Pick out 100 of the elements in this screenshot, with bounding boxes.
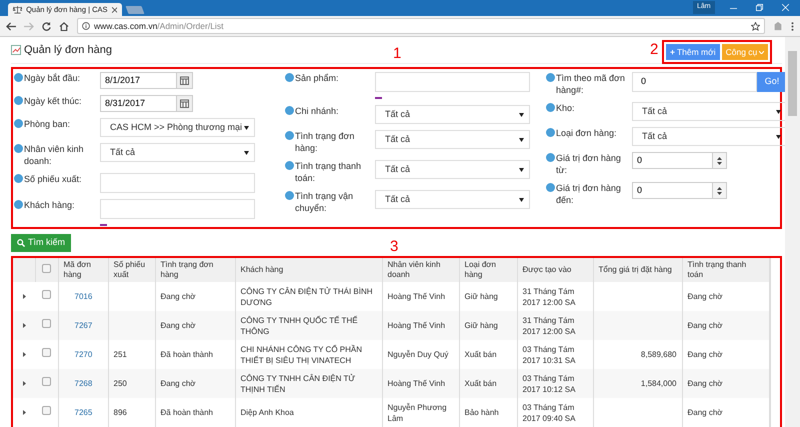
checkbox[interactable]	[42, 377, 51, 386]
select-field[interactable]: Tất cả	[375, 130, 530, 149]
field-label: Giá trị đơn hàng đến:	[556, 182, 622, 206]
checkbox[interactable]	[42, 348, 51, 357]
table-cell-text: Nguyễn Duy Quý	[388, 349, 450, 360]
up-arrow-icon	[717, 156, 722, 160]
column-header[interactable]: Mã đơn hàng	[64, 260, 102, 280]
table-cell-text: Đang chờ	[688, 291, 724, 302]
dash-mark	[375, 97, 382, 99]
input-field[interactable]: 0	[632, 72, 757, 92]
expand-arrow-icon[interactable]	[22, 380, 26, 386]
calendar-icon	[180, 76, 189, 85]
table-cell-text: CÔNG TY CÂN ĐIỆN TỬ THÁI BÌNH DƯƠNG	[240, 286, 374, 308]
field-label: Kho:	[556, 102, 575, 114]
order-link[interactable]: 7265	[74, 408, 92, 417]
minimize-icon[interactable]	[730, 5, 737, 12]
expand-arrow-icon[interactable]	[22, 322, 26, 328]
field-label: Tìm theo mã đơn hàng#:	[556, 72, 626, 96]
table-cell-text: Giữ hàng	[464, 320, 499, 331]
up-arrow-icon	[717, 186, 722, 190]
info-icon	[82, 22, 90, 30]
expand-arrow-icon[interactable]	[22, 352, 26, 357]
table-cell-text: Bảo hành	[464, 407, 500, 418]
address-field[interactable]: www.cas.com.vn/Admin/Order/List	[77, 18, 765, 34]
select-field[interactable]: Tất cả	[375, 190, 530, 209]
table-cell-text: 03 Tháng Tám 2017 10:12 SA	[522, 372, 576, 394]
checkbox[interactable]	[42, 406, 51, 415]
help-icon	[546, 128, 555, 137]
star-icon[interactable]	[751, 22, 760, 30]
scales-icon	[13, 6, 22, 14]
search-icon	[17, 238, 25, 246]
caret-icon	[759, 50, 764, 54]
column-header[interactable]: Tình trạng thanh toán	[688, 260, 764, 280]
home-icon[interactable]	[59, 22, 69, 30]
close-icon[interactable]	[112, 6, 117, 12]
back-arrow-icon[interactable]	[6, 22, 16, 30]
expand-arrow-icon[interactable]	[22, 294, 26, 299]
help-icon	[285, 73, 294, 82]
help-icon	[14, 200, 23, 209]
table-cell-text: 250	[114, 378, 128, 389]
table-cell-text: CHI NHÁNH CÔNG TY CỔ PHẦN THIẾT BỊ SIÊU THỊ VINATECH	[240, 344, 363, 366]
checkbox[interactable]	[42, 264, 51, 272]
column-header[interactable]: Tình trạng đơn hàng	[160, 260, 230, 280]
reload-icon[interactable]	[42, 22, 51, 30]
annotation-number: 2	[650, 42, 658, 57]
dropdown-caret-icon	[244, 126, 249, 130]
select-field[interactable]: Tất cả	[375, 160, 530, 179]
column-header[interactable]: Số phiếu xuất	[114, 260, 150, 280]
order-link[interactable]: 7270	[74, 350, 92, 359]
help-icon	[546, 153, 555, 162]
field-label: Loại đơn hàng:	[556, 127, 616, 139]
calendar-icon	[180, 99, 189, 108]
spinner-control[interactable]	[713, 152, 727, 169]
restore-icon[interactable]	[756, 4, 763, 11]
table-cell-text: 03 Tháng Tám 2017 09:40 SA	[522, 402, 576, 424]
more-menu-icon[interactable]	[791, 22, 794, 30]
number-field[interactable]: 0	[632, 182, 713, 199]
select-field[interactable]: Tất cả	[632, 102, 787, 121]
field-label: Tình trạng đơn hàng:	[295, 130, 356, 154]
expand-arrow-icon[interactable]	[22, 410, 26, 415]
calendar-button[interactable]	[177, 95, 193, 112]
select-field[interactable]: CAS HCM >> Phòng thương mại	[100, 118, 255, 137]
checkbox[interactable]	[42, 290, 51, 299]
table-cell-text: CÔNG TY TNHH QUỐC TẾ THẾ THÔNG	[240, 314, 359, 336]
number-field[interactable]: 0	[632, 152, 713, 169]
field-label: Khách hàng:	[24, 199, 75, 211]
column-header[interactable]: Loại đơn hàng	[464, 260, 512, 280]
table-cell-text: Đang chờ	[688, 407, 724, 418]
table-cell-text: 8,589,680	[640, 349, 676, 360]
dropdown-caret-icon	[519, 168, 524, 172]
checkbox[interactable]	[42, 319, 51, 328]
dash-mark	[100, 224, 107, 226]
order-link[interactable]: 7016	[74, 292, 92, 301]
date-field[interactable]: 8/1/2017	[100, 72, 177, 89]
column-header[interactable]: Được tạo vào	[522, 265, 588, 275]
search-button[interactable]: Tìm kiếm	[11, 234, 71, 252]
date-field[interactable]: 8/31/2017	[100, 95, 177, 112]
select-field[interactable]: Tất cả	[100, 143, 255, 162]
calendar-button[interactable]	[177, 72, 193, 89]
dropdown-caret-icon	[776, 110, 781, 114]
table-cell-text: Đang chờ	[160, 291, 197, 302]
table-cell-text: Hoàng Thế Vinh	[388, 320, 446, 331]
select-field[interactable]: Tất cả	[375, 105, 530, 124]
dropdown-caret-icon	[244, 150, 249, 154]
column-header[interactable]: Khách hàng	[240, 265, 376, 275]
table-cell-text: Đã hoàn thành	[160, 407, 214, 418]
field-label: Nhân viên kinh doanh:	[24, 143, 85, 167]
input-field[interactable]	[375, 72, 530, 92]
spinner-control[interactable]	[713, 182, 727, 199]
table-cell-text: Đang chờ	[688, 349, 724, 360]
input-field[interactable]	[100, 199, 255, 219]
order-link[interactable]: 7267	[74, 321, 92, 330]
column-header[interactable]: Tổng giá trị đặt hàng	[598, 265, 676, 275]
order-link[interactable]: 7268	[74, 379, 92, 388]
field-label: Số phiếu xuất:	[24, 173, 82, 185]
help-icon	[14, 174, 23, 183]
input-field[interactable]	[100, 173, 255, 193]
select-field[interactable]: Tất cả	[632, 127, 787, 146]
table-cell-text: Nguyễn Phương Lâm	[388, 402, 448, 424]
column-header[interactable]: Nhân viên kinh doanh	[388, 260, 454, 280]
